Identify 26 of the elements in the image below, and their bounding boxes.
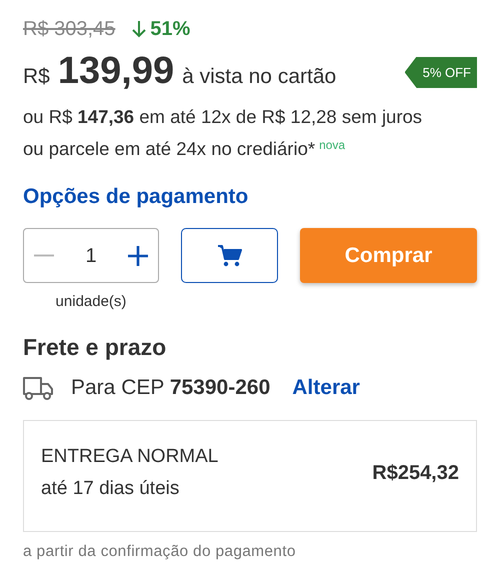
shipping-price: R$254,32: [372, 460, 459, 486]
delivery-time: até 17 dias úteis: [41, 476, 180, 500]
discount-badge: 5% OFF: [404, 56, 477, 88]
truck-icon: [23, 374, 54, 401]
quantity-value: 1: [85, 244, 97, 268]
shipping-name: ENTREGA NORMAL: [41, 444, 218, 468]
new-tag: nova: [319, 132, 346, 156]
price-condition: à vista no cartão: [182, 64, 336, 90]
minus-icon: [34, 254, 54, 257]
cep-text: Para CEP 75390-260: [71, 375, 270, 401]
credit-text: ou parcele em até 24x no crediário*: [23, 136, 316, 161]
currency: R$: [23, 64, 50, 90]
installments-text: ou R$ 147,36 em até 12x de R$ 12,28 sem juros: [23, 104, 424, 129]
unit-label: unidade(s): [56, 292, 126, 312]
payment-options-link[interactable]: Opções de pagamento: [23, 180, 248, 212]
change-link[interactable]: Alterar: [292, 372, 360, 404]
down-arrow-icon: [131, 20, 148, 38]
price: 139,99: [58, 52, 174, 90]
old-price: R$ 303,45: [23, 17, 116, 42]
quantity-stepper[interactable]: 1: [23, 228, 159, 283]
section-title: Frete e prazo: [23, 332, 168, 362]
discount-percent: 51%: [150, 17, 190, 42]
plus-icon: [128, 246, 148, 266]
add-to-cart-button[interactable]: [181, 228, 278, 283]
shipping-note: a partir da confirmação do pagamento: [23, 542, 297, 562]
cart-icon: [218, 244, 242, 266]
